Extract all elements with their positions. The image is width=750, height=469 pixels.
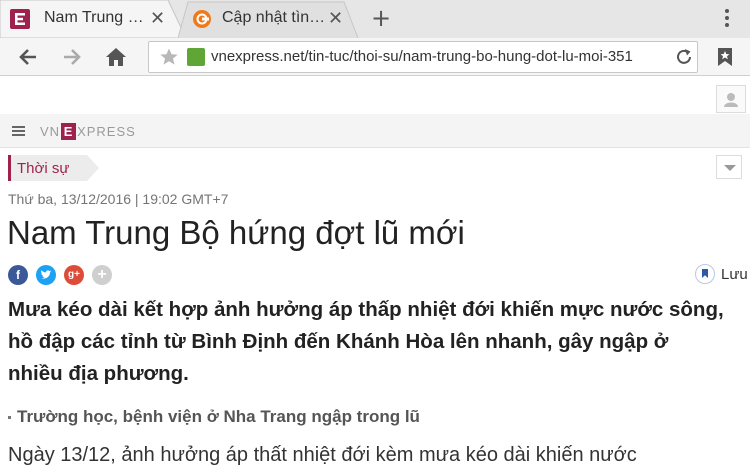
home-icon[interactable] — [102, 43, 130, 71]
article-lead: Mưa kéo dài kết hợp ảnh hưởng áp thấp nh… — [8, 298, 724, 385]
logo-suffix: XPRESS — [77, 123, 136, 139]
close-tab-icon[interactable]: ✕ — [150, 8, 165, 30]
browser-toolbar: vnexpress.net/tin-tuc/thoi-su/nam-trung-… — [0, 38, 750, 76]
new-tab-button[interactable]: + — [368, 4, 394, 32]
reload-icon[interactable] — [673, 46, 695, 68]
tab-strip: Nam Trung … ✕ Cập nhật tìn… ✕ + — [0, 0, 750, 38]
tab-title: Cập nhật tìn… — [222, 9, 326, 26]
address-bar[interactable]: vnexpress.net/tin-tuc/thoi-su/nam-trung-… — [148, 41, 698, 73]
web-page: VN E XPRESS Thời sự Thứ ba, 13/12/2016 |… — [0, 77, 750, 469]
forward-arrow-icon[interactable] — [58, 43, 86, 71]
site-header: VN E XPRESS — [0, 114, 750, 148]
more-share-icon[interactable]: + — [92, 265, 112, 285]
google-plus-share-icon[interactable]: g+ — [64, 265, 84, 285]
user-icon — [724, 93, 738, 107]
category-label: Thời sự — [17, 159, 70, 177]
chevron-down-icon[interactable] — [716, 155, 742, 179]
article-headline: Nam Trung Bộ hứng đợt lũ mới — [7, 214, 465, 251]
user-account-button[interactable] — [716, 85, 746, 113]
twitter-share-icon[interactable] — [36, 265, 56, 285]
star-icon[interactable] — [159, 47, 179, 67]
vnexpress-logo[interactable]: VN E XPRESS — [40, 122, 136, 140]
related-article-link[interactable]: Trường học, bệnh viện ở Nha Trang ngập t… — [8, 407, 420, 427]
bookmarks-icon[interactable] — [714, 45, 736, 69]
article-body: Ngày 13/12, ảnh hưởng áp thất nhiệt đới … — [8, 444, 637, 466]
save-article-button[interactable]: Lưu — [689, 264, 748, 284]
tab-title: Nam Trung … — [44, 9, 144, 26]
tab-cap-nhat[interactable]: Cập nhật tìn… ✕ — [178, 0, 360, 38]
category-tag[interactable]: Thời sự — [8, 155, 100, 181]
back-arrow-icon[interactable] — [14, 43, 42, 71]
hamburger-menu-icon[interactable] — [12, 126, 25, 136]
logo-prefix: VN — [40, 123, 61, 139]
bookmark-icon — [695, 264, 715, 284]
related-article-title: Trường học, bệnh viện ở Nha Trang ngập t… — [17, 407, 420, 426]
close-tab-icon[interactable]: ✕ — [328, 8, 343, 30]
facebook-share-icon[interactable]: f — [8, 265, 28, 285]
overflow-menu-icon[interactable] — [717, 6, 737, 32]
article-dateline: Thứ ba, 13/12/2016 | 19:02 GMT+7 — [8, 191, 229, 207]
site-info-icon[interactable] — [187, 48, 205, 66]
vnexpress-favicon-icon — [10, 9, 30, 29]
logo-letter: E — [61, 122, 77, 140]
save-label: Lưu — [721, 265, 748, 283]
bullet-icon — [8, 416, 11, 420]
url-text[interactable]: vnexpress.net/tin-tuc/thoi-su/nam-trung-… — [211, 48, 673, 65]
orange-favicon-icon — [192, 9, 212, 29]
tab-vnexpress[interactable]: Nam Trung … ✕ — [0, 0, 186, 38]
